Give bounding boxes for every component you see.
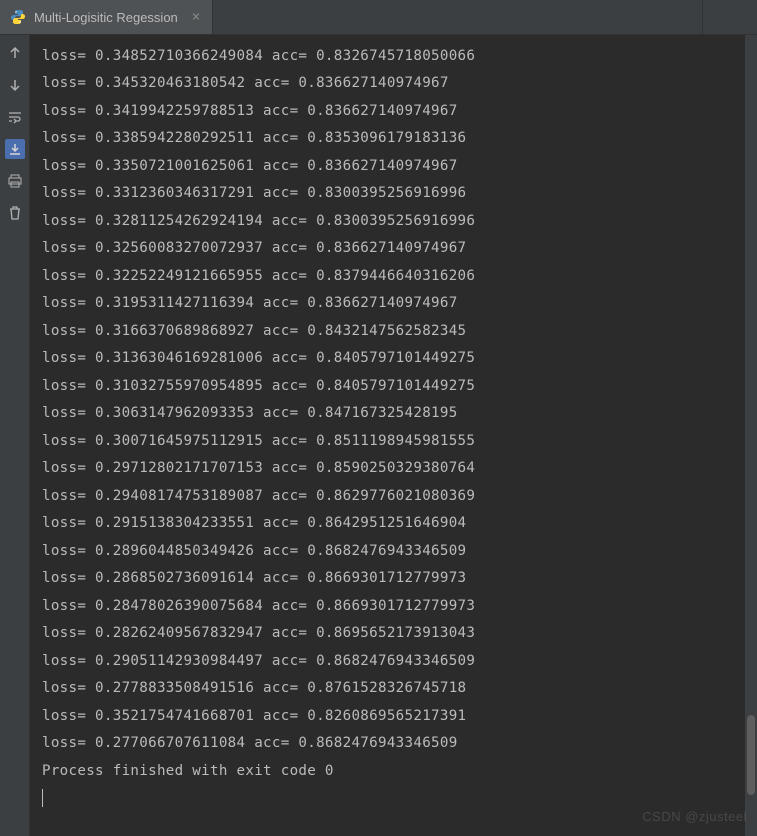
console-line: loss= 0.32252249121665955 acc= 0.8379446… bbox=[42, 263, 757, 291]
tab-title: Multi-Logisitic Regession bbox=[34, 10, 178, 25]
tab-run-console[interactable]: Multi-Logisitic Regession × bbox=[0, 0, 213, 34]
console-text: loss= 0.35174084839803397 acc= 0.8313370… bbox=[42, 35, 757, 813]
console-line: loss= 0.3166370689868927 acc= 0.84321475… bbox=[42, 318, 757, 346]
console-line: loss= 0.2868502736091614 acc= 0.86693017… bbox=[42, 565, 757, 593]
console-line: Process finished with exit code 0 bbox=[42, 758, 757, 786]
python-icon bbox=[10, 9, 26, 25]
scrollbar-track[interactable] bbox=[745, 35, 757, 836]
console-line: loss= 0.30071645975112915 acc= 0.8511198… bbox=[42, 428, 757, 456]
console-line: loss= 0.2778833508491516 acc= 0.87615283… bbox=[42, 675, 757, 703]
console-line: loss= 0.29408174753189087 acc= 0.8629776… bbox=[42, 483, 757, 511]
console-line: loss= 0.28478026390075684 acc= 0.8669301… bbox=[42, 593, 757, 621]
console-line: loss= 0.3419942259788513 acc= 0.83662714… bbox=[42, 98, 757, 126]
console-line: loss= 0.29051142930984497 acc= 0.8682476… bbox=[42, 648, 757, 676]
close-icon[interactable]: × bbox=[192, 9, 200, 25]
console-line: loss= 0.34852710366249084 acc= 0.8326745… bbox=[42, 43, 757, 71]
console-line: loss= 0.28262409567832947 acc= 0.8695652… bbox=[42, 620, 757, 648]
text-cursor bbox=[42, 789, 43, 807]
console-line: loss= 0.2915138304233551 acc= 0.86429512… bbox=[42, 510, 757, 538]
gutter-toolbar bbox=[0, 35, 30, 836]
main-area: loss= 0.35174084839803397 acc= 0.8313370… bbox=[0, 35, 757, 836]
console-line: loss= 0.29712802171707153 acc= 0.8590250… bbox=[42, 455, 757, 483]
console-line: loss= 0.3521754741668701 acc= 0.82608695… bbox=[42, 703, 757, 731]
console-line: loss= 0.3195311427116394 acc= 0.83662714… bbox=[42, 290, 757, 318]
console-output[interactable]: loss= 0.35174084839803397 acc= 0.8313370… bbox=[30, 35, 757, 836]
console-line: loss= 0.31363046169281006 acc= 0.8405797… bbox=[42, 345, 757, 373]
watermark: CSDN @zjusteel bbox=[642, 809, 747, 824]
console-line: loss= 0.345320463180542 acc= 0.836627140… bbox=[42, 70, 757, 98]
scrollbar-thumb[interactable] bbox=[747, 715, 755, 795]
console-line: loss= 0.31032755970954895 acc= 0.8405797… bbox=[42, 373, 757, 401]
trash-icon[interactable] bbox=[5, 203, 25, 223]
console-line: loss= 0.32811254262924194 acc= 0.8300395… bbox=[42, 208, 757, 236]
console-line: loss= 0.2896044850349426 acc= 0.86824769… bbox=[42, 538, 757, 566]
console-line: loss= 0.3312360346317291 acc= 0.83003952… bbox=[42, 180, 757, 208]
tab-bar-end bbox=[702, 0, 757, 34]
scroll-to-end-icon[interactable] bbox=[5, 139, 25, 159]
console-line: loss= 0.3063147962093353 acc= 0.84716732… bbox=[42, 400, 757, 428]
console-line: loss= 0.32560083270072937 acc= 0.8366271… bbox=[42, 235, 757, 263]
console-line: loss= 0.3350721001625061 acc= 0.83662714… bbox=[42, 153, 757, 181]
arrow-down-icon[interactable] bbox=[5, 75, 25, 95]
print-icon[interactable] bbox=[5, 171, 25, 191]
console-line: loss= 0.35174084839803397 acc= 0.8313370… bbox=[42, 35, 757, 43]
wrap-text-icon[interactable] bbox=[5, 107, 25, 127]
arrow-up-icon[interactable] bbox=[5, 43, 25, 63]
console-line: loss= 0.277066707611084 acc= 0.868247694… bbox=[42, 730, 757, 758]
tab-bar: Multi-Logisitic Regession × bbox=[0, 0, 757, 35]
console-line: loss= 0.3385942280292511 acc= 0.83530961… bbox=[42, 125, 757, 153]
